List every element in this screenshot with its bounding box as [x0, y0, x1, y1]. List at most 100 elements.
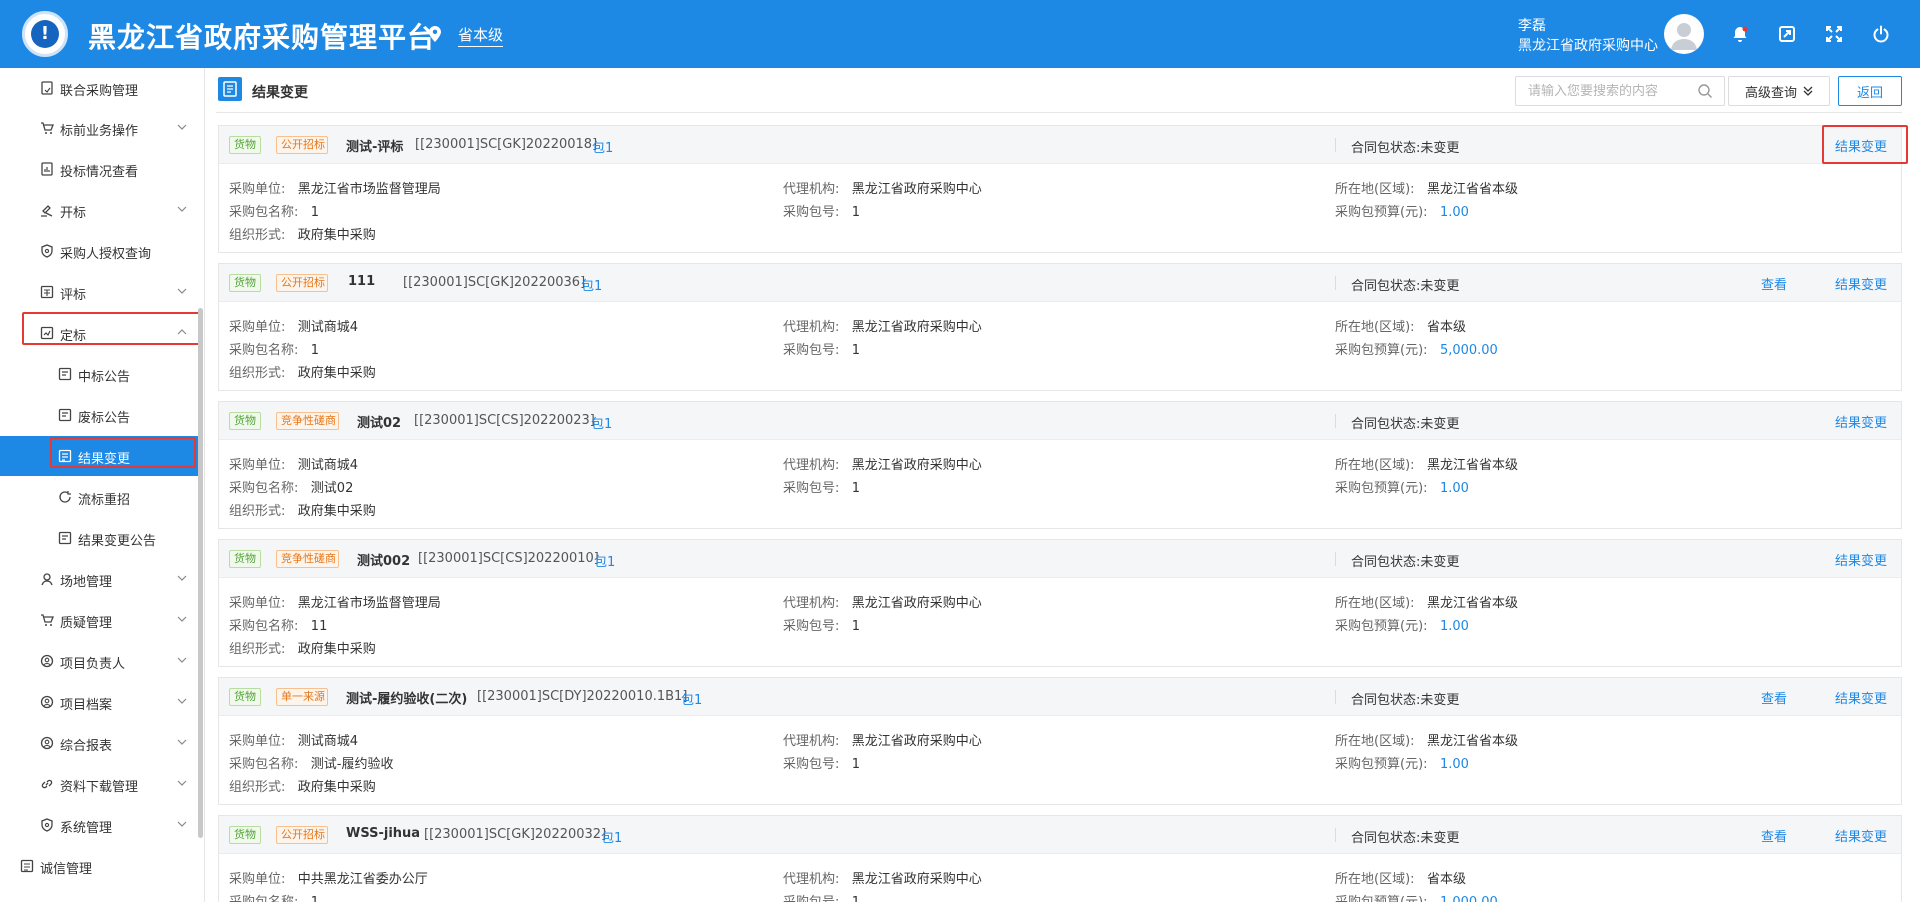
chevron-down-icon — [177, 575, 187, 581]
document-icon — [41, 81, 53, 95]
result-change-title-icon — [218, 77, 242, 101]
header-divider — [1335, 828, 1336, 842]
sidebar-item-label: 项目档案 — [60, 698, 113, 713]
chevron-down-icon — [177, 739, 187, 745]
region-selector[interactable]: 省本级 — [458, 24, 504, 47]
sidebar-item-label: 开标 — [60, 206, 87, 221]
sidebar-item-label: 综合报表 — [60, 739, 113, 754]
highlight-box-result-change-action — [1822, 125, 1908, 164]
sidebar-item-downloads[interactable]: 资料下载管理 — [0, 764, 196, 804]
record-card-header: 货物 竞争性磋商 测试02 [[230001]SC[CS]20220023] 包… — [219, 402, 1901, 440]
package-no-field: 采购包号: 1 — [783, 343, 861, 358]
purchaser-field: 采购单位: 黑龙江省市场监督管理局 — [229, 596, 441, 611]
platform-logo: ! — [22, 11, 68, 57]
package-link[interactable]: 包1 — [592, 137, 613, 156]
project-name: 测试-履约验收(二次) — [346, 692, 468, 707]
highlight-box-result-change — [50, 437, 196, 468]
avatar[interactable] — [1664, 14, 1704, 54]
category-badge: 货物 — [229, 826, 261, 844]
package-link[interactable]: 包1 — [581, 275, 602, 294]
result-change-link[interactable]: 结果变更 — [1835, 412, 1887, 431]
record-card-header: 货物 公开招标 WSS-jihua [[230001]SC[GK]2022003… — [219, 816, 1901, 854]
sidebar: 联合采购管理 标前业务操作 投标情况查看 开标 采购人授权查询 评标 定标 中标… — [0, 68, 205, 902]
package-link[interactable]: 包1 — [591, 413, 612, 432]
purchaser-field: 采购单位: 黑龙江省市场监督管理局 — [229, 182, 441, 197]
sidebar-item-project-archive[interactable]: 项目档案 — [0, 682, 196, 722]
result-change-link[interactable]: 结果变更 — [1835, 550, 1887, 569]
search-icon[interactable] — [1697, 83, 1713, 99]
record-card: 货物 竞争性磋商 测试002 [[230001]SC[CS]20220010] … — [218, 539, 1902, 667]
sidebar-subitem-rebid[interactable]: 流标重招 — [0, 477, 196, 517]
sidebar-item-system[interactable]: 系统管理 — [0, 805, 196, 845]
view-link[interactable]: 查看 — [1761, 274, 1787, 293]
cart-icon — [41, 122, 54, 134]
agency-field: 代理机构: 黑龙江省政府采购中心 — [783, 320, 982, 335]
review-icon — [40, 285, 54, 299]
sidebar-item-bid-view[interactable]: 投标情况查看 — [0, 149, 196, 189]
purchaser-field: 采购单位: 测试商城4 — [229, 320, 359, 335]
view-link[interactable]: 查看 — [1761, 826, 1787, 845]
contract-status: 合同包状态:未变更 — [1351, 279, 1460, 294]
sidebar-item-credit[interactable]: 诚信管理 — [0, 846, 196, 886]
package-no-field: 采购包号: 1 — [783, 205, 861, 220]
category-badge: 货物 — [229, 550, 261, 568]
record-card: 货物 公开招标 WSS-jihua [[230001]SC[GK]2022003… — [218, 815, 1902, 902]
sidebar-item-joint-procurement[interactable]: 联合采购管理 — [0, 68, 196, 108]
agency-field: 代理机构: 黑龙江省政府采购中心 — [783, 596, 982, 611]
result-change-link[interactable]: 结果变更 — [1835, 688, 1887, 707]
gavel-icon — [41, 205, 53, 217]
search-input[interactable] — [1515, 76, 1725, 106]
sidebar-scrollbar[interactable] — [198, 308, 203, 838]
user-icon — [40, 695, 54, 709]
package-link[interactable]: 包1 — [681, 689, 702, 708]
package-link[interactable]: 包1 — [594, 551, 615, 570]
contract-status: 合同包状态:未变更 — [1351, 141, 1460, 156]
record-card: 货物 公开招标 111 [[230001]SC[GK]20220036] 包1 … — [218, 263, 1902, 391]
project-name: 111 — [348, 274, 376, 289]
toolbar-divider — [216, 112, 1902, 113]
record-card: 货物 单一来源 测试-履约验收(二次) [[230001]SC[DY]20220… — [218, 677, 1902, 805]
notification-bell-icon[interactable] — [1728, 22, 1752, 46]
project-name: 测试02 — [357, 416, 402, 431]
user-org: 黑龙江省政府采购中心 — [1518, 38, 1658, 54]
external-window-icon[interactable] — [1775, 22, 1799, 46]
sidebar-item-evaluation[interactable]: 评标 — [0, 272, 196, 312]
record-card: 货物 公开招标 测试-评标 [[230001]SC[GK]20220018] 包… — [218, 125, 1902, 253]
org-form-field: 组织形式: 政府集中采购 — [229, 780, 376, 795]
sidebar-item-reports[interactable]: 综合报表 — [0, 723, 196, 763]
record-card-header: 货物 公开招标 111 [[230001]SC[GK]20220036] 包1 … — [219, 264, 1901, 302]
project-code: [[230001]SC[GK]20220018] — [415, 137, 598, 152]
chevron-down-icon — [177, 821, 187, 827]
project-code: [[230001]SC[GK]20220032] — [424, 827, 607, 842]
purchaser-field: 采购单位: 测试商城4 — [229, 458, 359, 473]
sidebar-item-challenge[interactable]: 质疑管理 — [0, 600, 196, 640]
sidebar-subitem-change-notice[interactable]: 结果变更公告 — [0, 518, 196, 558]
sidebar-item-project-lead[interactable]: 项目负责人 — [0, 641, 196, 681]
power-off-icon[interactable] — [1869, 22, 1893, 46]
cart-icon — [41, 614, 54, 626]
view-link[interactable]: 查看 — [1761, 688, 1787, 707]
app-title: 黑龙江省政府采购管理平台 — [88, 21, 437, 54]
budget-field: 采购包预算(元): 5,000.00 — [1335, 343, 1498, 358]
sidebar-item-bid-opening[interactable]: 开标 — [0, 190, 196, 230]
sidebar-item-pre-bid[interactable]: 标前业务操作 — [0, 108, 196, 148]
contract-status: 合同包状态:未变更 — [1351, 555, 1460, 570]
result-change-link[interactable]: 结果变更 — [1835, 274, 1887, 293]
contract-status: 合同包状态:未变更 — [1351, 693, 1460, 708]
header-divider — [1335, 138, 1336, 152]
package-link[interactable]: 包1 — [601, 827, 622, 846]
sidebar-item-label: 中标公告 — [78, 370, 131, 385]
header-divider — [1335, 690, 1336, 704]
package-name-field: 采购包名称: 测试-履约验收 — [229, 757, 394, 772]
result-change-link[interactable]: 结果变更 — [1835, 826, 1887, 845]
highlight-box-award — [22, 312, 203, 345]
back-button[interactable]: 返回 — [1838, 76, 1902, 106]
sidebar-item-purchaser-auth[interactable]: 采购人授权查询 — [0, 231, 196, 271]
advanced-search-button[interactable]: 高级查询 — [1728, 76, 1830, 106]
contract-status: 合同包状态:未变更 — [1351, 417, 1460, 432]
method-badge: 竞争性磋商 — [276, 550, 339, 568]
fullscreen-icon[interactable] — [1822, 22, 1846, 46]
sidebar-subitem-award-notice[interactable]: 中标公告 — [0, 354, 196, 394]
sidebar-item-venue[interactable]: 场地管理 — [0, 559, 196, 599]
sidebar-subitem-void-notice[interactable]: 废标公告 — [0, 395, 196, 435]
